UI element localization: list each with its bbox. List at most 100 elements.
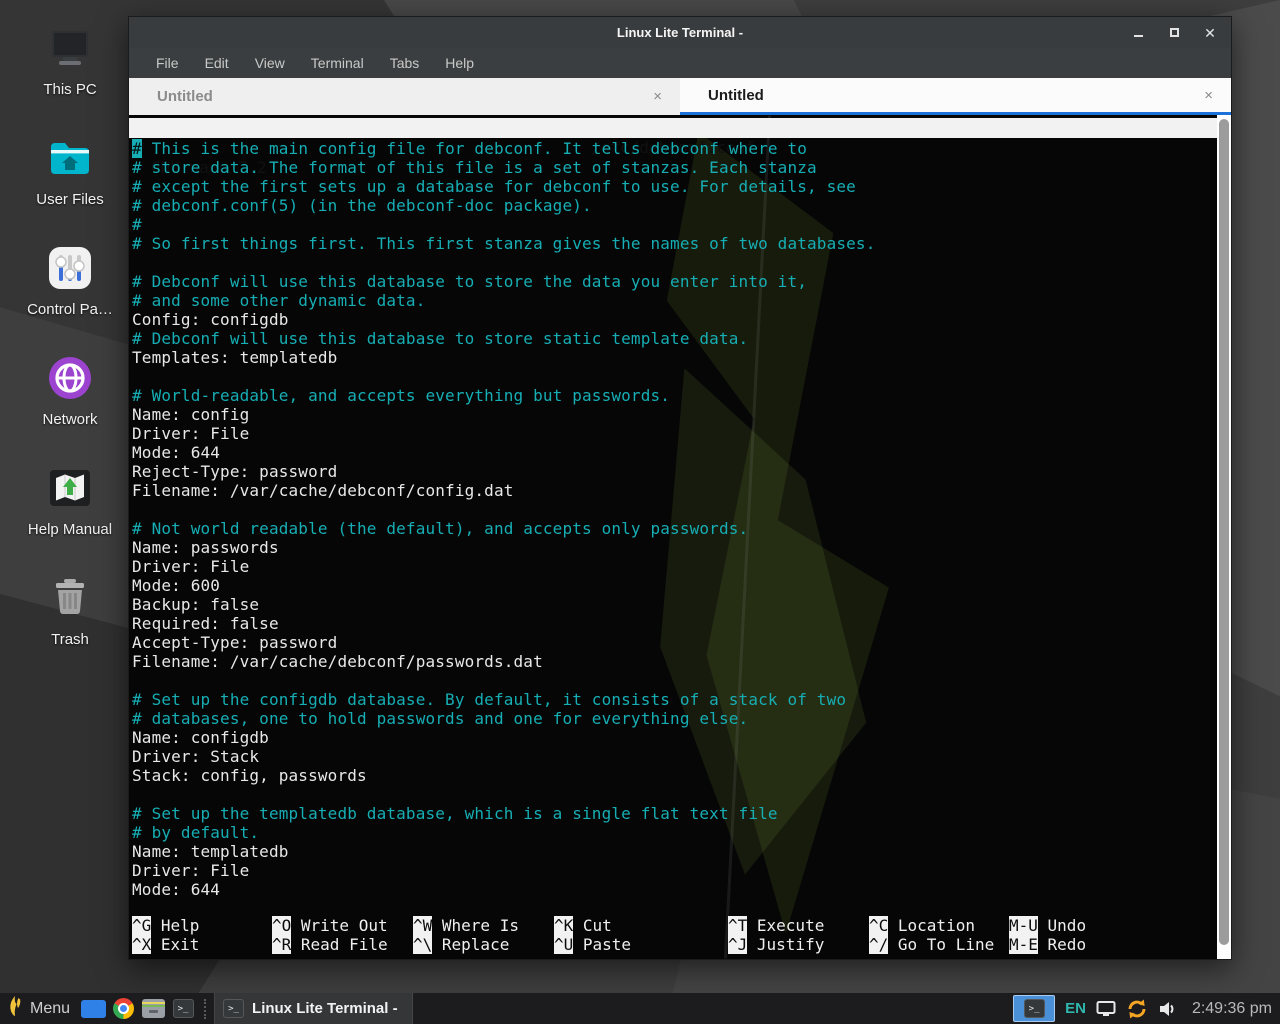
shortcut-key: ^X <box>132 935 151 954</box>
menu-edit[interactable]: Edit <box>192 51 242 75</box>
archive-icon <box>142 999 165 1018</box>
shortcut-item: ^J Justify <box>728 935 824 954</box>
tray-terminal-button[interactable]: >_ <box>1013 995 1055 1022</box>
editor-line: # Set up the templatedb database, which … <box>132 804 1215 823</box>
shortcut-item: ^G Help <box>132 916 199 935</box>
desktop-icon-control-panel[interactable]: Control Pa… <box>14 244 126 354</box>
desktop-icon-label: Help Manual <box>28 521 112 538</box>
desktop-icon-user-files[interactable]: User Files <box>14 134 126 244</box>
editor-line: # store data. The format of this file is… <box>132 158 1215 177</box>
desktop-icon-label: User Files <box>36 191 104 208</box>
archive-launcher[interactable] <box>138 993 168 1024</box>
tab-untitled-2[interactable]: Untitled × <box>680 78 1231 115</box>
menu-button[interactable]: Menu <box>0 993 78 1024</box>
nano-title-bar: /etc/debconf.conf GNU nano 7.2 <box>129 118 1217 138</box>
editor-line: Driver: File <box>132 861 1215 880</box>
editor-line: # by default. <box>132 823 1215 842</box>
tab-bar: Untitled × Untitled × <box>129 78 1231 115</box>
control-panel-icon <box>46 244 94 292</box>
editor-line: Name: configdb <box>132 728 1215 747</box>
desktop-icon-this-pc[interactable]: This PC <box>14 24 126 134</box>
editor-line: Driver: File <box>132 557 1215 576</box>
shortcut-key: ^J <box>728 935 747 954</box>
shortcut-key: M-E <box>1009 935 1038 954</box>
editor-line: # <box>132 215 1215 234</box>
menu-file[interactable]: File <box>143 51 192 75</box>
maximize-icon[interactable] <box>1163 22 1185 44</box>
scrollbar-thumb[interactable] <box>1219 119 1229 945</box>
desktop-icon-trash[interactable]: Trash <box>14 574 126 684</box>
terminal-icon: >_ <box>223 999 244 1018</box>
tab-label: Untitled <box>157 88 213 105</box>
menu-view[interactable]: View <box>242 51 298 75</box>
editor-line: Filename: /var/cache/debconf/config.dat <box>132 481 1215 500</box>
editor-line: # debconf.conf(5) (in the debconf-doc pa… <box>132 196 1215 215</box>
volume-icon[interactable] <box>1158 1000 1178 1018</box>
file-manager-icon <box>81 1000 106 1018</box>
terminal-launcher[interactable]: >_ <box>168 993 198 1024</box>
shortcut-item: ^X Exit <box>132 935 199 954</box>
desktop-icon-label: Control Pa… <box>27 301 113 318</box>
desktop-icon-help-manual[interactable]: Help Manual <box>14 464 126 574</box>
editor-line: # Not world readable (the default), and … <box>132 519 1215 538</box>
close-icon[interactable]: ✕ <box>1199 22 1221 44</box>
window-controls: ✕ <box>1127 17 1221 48</box>
desktop-icon-label: Network <box>42 411 97 428</box>
editor-line: Backup: false <box>132 595 1215 614</box>
taskbar-left: Menu >_ >_ Linux Lite Terminal - <box>0 993 413 1024</box>
shortcut-key: ^W <box>413 916 432 935</box>
shortcut-item: ^/ Go To Line <box>869 935 994 954</box>
editor-line: # Debconf will use this database to stor… <box>132 272 1215 291</box>
shortcut-key: ^G <box>132 916 151 935</box>
scrollbar[interactable] <box>1217 115 1231 959</box>
shortcut-key: ^O <box>272 916 291 935</box>
chrome-icon <box>113 998 134 1019</box>
editor-line: Mode: 644 <box>132 880 1215 899</box>
editor-line: Stack: config, passwords <box>132 766 1215 785</box>
minimize-icon[interactable] <box>1127 22 1149 44</box>
shortcut-item: ^T Execute <box>728 916 824 935</box>
clock[interactable]: 2:49:36 pm <box>1192 1000 1272 1018</box>
window-titlebar[interactable]: Linux Lite Terminal - ✕ <box>129 17 1231 48</box>
tab-untitled-1[interactable]: Untitled × <box>129 78 680 115</box>
network-globe-icon <box>46 354 94 402</box>
editor-line: Name: passwords <box>132 538 1215 557</box>
editor-line: Filename: /var/cache/debconf/passwords.d… <box>132 652 1215 671</box>
desktop-icon-list: This PC User Files <box>14 24 126 684</box>
folder-home-icon <box>46 134 94 182</box>
keyboard-layout-indicator[interactable]: EN <box>1065 1000 1086 1017</box>
menu-help[interactable]: Help <box>432 51 487 75</box>
tab-close-icon[interactable]: × <box>1204 87 1213 104</box>
shortcut-key: ^C <box>869 916 888 935</box>
terminal-screen[interactable]: /etc/debconf.conf GNU nano 7.2 # This is… <box>129 115 1231 959</box>
display-icon[interactable] <box>1096 1000 1116 1018</box>
shortcut-key: ^\ <box>413 935 432 954</box>
shortcut-item: ^O Write Out <box>272 916 388 935</box>
task-button-terminal[interactable]: >_ Linux Lite Terminal - <box>214 993 413 1024</box>
shortcut-item: M-U Undo <box>1009 916 1086 935</box>
linux-lite-logo-icon <box>8 995 23 1022</box>
editor-line <box>132 367 1215 386</box>
shortcut-item: ^K Cut <box>554 916 612 935</box>
shortcut-key: ^U <box>554 935 573 954</box>
chrome-launcher[interactable] <box>108 993 138 1024</box>
tab-close-icon[interactable]: × <box>653 88 662 105</box>
editor-line: Reject-Type: password <box>132 462 1215 481</box>
editor-line: Templates: templatedb <box>132 348 1215 367</box>
help-manual-icon <box>46 464 94 512</box>
shortcut-row-1: ^G Help ^O Write Out ^W Where Is ^K Cut ^T E… <box>132 916 1215 935</box>
desktop-icon-network[interactable]: Network <box>14 354 126 464</box>
shortcut-item: ^W Where Is <box>413 916 519 935</box>
menu-terminal[interactable]: Terminal <box>298 51 377 75</box>
editor-line <box>132 500 1215 519</box>
menu-tabs[interactable]: Tabs <box>377 51 433 75</box>
shortcut-key: M-U <box>1009 916 1038 935</box>
shortcut-key: ^T <box>728 916 747 935</box>
updates-icon[interactable] <box>1126 998 1148 1020</box>
file-manager-launcher[interactable] <box>78 993 108 1024</box>
window-title: Linux Lite Terminal - <box>129 25 1231 40</box>
tab-label: Untitled <box>708 87 764 104</box>
shortcut-key: ^R <box>272 935 291 954</box>
editor-lines: # This is the main config file for debco… <box>132 139 1215 899</box>
system-tray: >_ EN 2:49:36 pm <box>1013 993 1280 1024</box>
